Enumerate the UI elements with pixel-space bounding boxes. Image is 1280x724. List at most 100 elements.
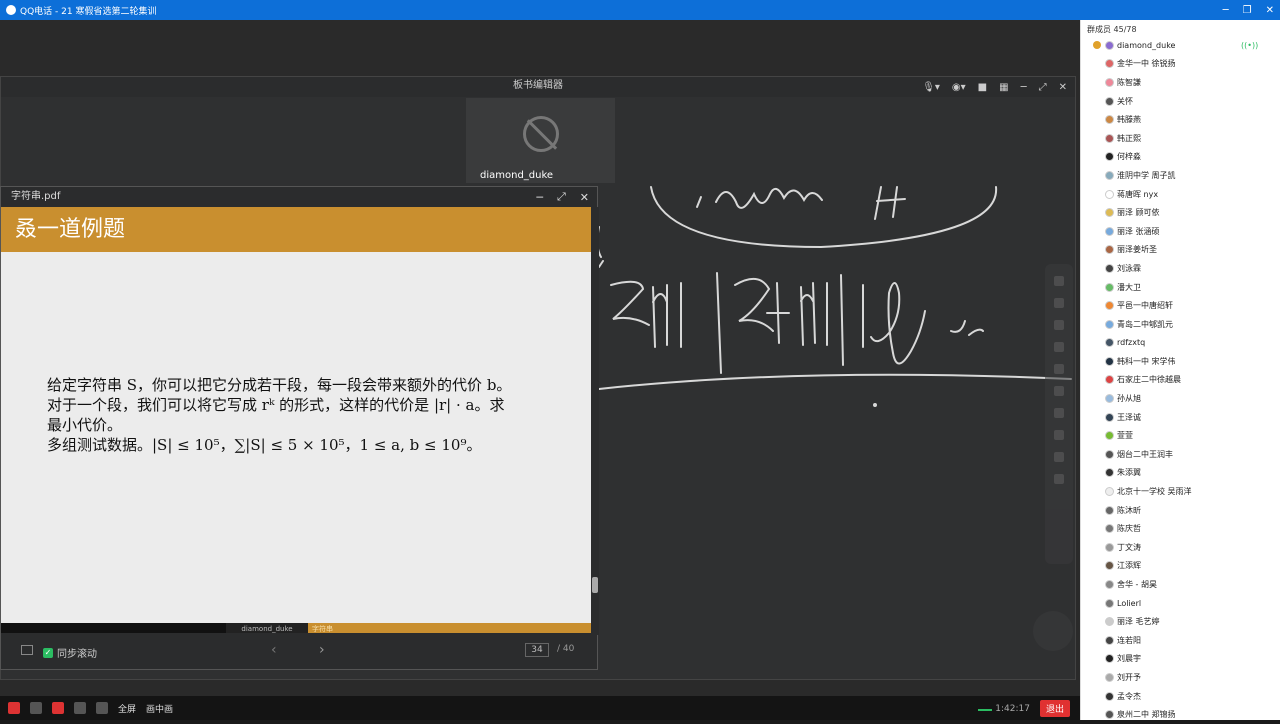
next-page-icon[interactable]: › [319, 642, 325, 658]
ink-stroke [650, 186, 998, 249]
member-item[interactable]: 王泽诚 [1081, 408, 1280, 427]
member-name: 陈智謙 [1117, 77, 1141, 87]
mic-muted-icon[interactable] [8, 702, 20, 714]
member-item[interactable]: 孟令杰 [1081, 687, 1280, 706]
member-item[interactable]: 江添辉 [1081, 557, 1280, 576]
pdf-scroll-thumb[interactable] [592, 577, 598, 593]
member-item[interactable]: 韩科一中 宋学伟 [1081, 352, 1280, 371]
member-item[interactable]: 蒋唐晖 nyx [1081, 185, 1280, 204]
member-item[interactable]: 刘开予 [1081, 668, 1280, 687]
member-item[interactable]: 何梓淼 [1081, 148, 1280, 167]
tool-undo-icon[interactable] [1054, 408, 1064, 418]
member-item[interactable]: 泉州二中 郑锦扬 [1081, 705, 1280, 724]
pdf-expand-icon[interactable]: ⤢ [557, 190, 566, 204]
ink-stroke [598, 373, 1072, 390]
ink-stroke [715, 186, 906, 220]
member-item[interactable]: 潘大卫 [1081, 278, 1280, 297]
host-icon [1093, 41, 1101, 50]
member-item[interactable]: 刘泳霖 [1081, 259, 1280, 278]
ink-dot [873, 403, 877, 407]
avatar [1105, 170, 1114, 180]
tool-clear-icon[interactable] [1054, 430, 1064, 440]
avatar [1105, 672, 1114, 682]
window-controls: ─ ❐ ✕ [1223, 0, 1274, 20]
member-item[interactable]: 陈智謙 [1081, 73, 1280, 92]
floating-action-button[interactable] [1033, 611, 1073, 651]
tool-settings-icon[interactable] [1054, 474, 1064, 484]
member-item[interactable]: 丽泽 毛艺婷 [1081, 612, 1280, 631]
member-name: 丁文涛 [1117, 542, 1141, 552]
exit-button[interactable]: 退出 [1039, 699, 1070, 717]
tool-move-icon[interactable] [1054, 298, 1064, 308]
tool-shape-icon[interactable] [1054, 364, 1064, 374]
ink-stroke [696, 196, 702, 208]
member-item[interactable]: 丽泽姜圻圣 [1081, 241, 1280, 260]
member-name: 孟令杰 [1117, 691, 1141, 701]
member-item[interactable]: 丽泽 张涵硕 [1081, 222, 1280, 241]
meeting-area: 板书编辑器 🎙︎▾ ◉▾ ■ ▦ ─ ⤢ ✕ diamond_duke 字符串.… [0, 20, 1080, 696]
member-item[interactable]: 连若阳 [1081, 631, 1280, 650]
pip-button[interactable]: 画中画 [146, 702, 173, 715]
checkbox-checked-icon[interactable]: ✓ [43, 647, 53, 658]
fullscreen-button[interactable]: 全屏 [118, 702, 136, 715]
member-name: 丽泽姜圻圣 [1117, 245, 1157, 255]
tool-pen-icon[interactable] [1054, 320, 1064, 330]
whiteboard-toolbar [1045, 264, 1073, 564]
member-item[interactable]: 烟台二中王润丰 [1081, 445, 1280, 464]
member-item[interactable]: 关怀 [1081, 92, 1280, 111]
page-number-input[interactable]: 34 [525, 643, 549, 657]
qq-logo-icon [6, 5, 16, 15]
member-name: 韩科一中 宋学伟 [1117, 356, 1176, 366]
volume-icon[interactable] [30, 702, 42, 714]
member-item[interactable]: 萱萱 [1081, 426, 1280, 445]
minimize-icon[interactable]: ─ [1223, 5, 1229, 16]
member-item[interactable]: 北京十一学校 吴雨洋 [1081, 482, 1280, 501]
pdf-scrollbar[interactable] [591, 207, 599, 635]
sync-scroll-toggle[interactable]: ✓ 同步滚动 [43, 645, 97, 660]
camera-off-button-icon[interactable] [52, 702, 64, 714]
member-item[interactable]: 韩正熙 [1081, 129, 1280, 148]
member-item[interactable]: 朱添翼 [1081, 464, 1280, 483]
member-item[interactable]: 平邑一中唐绍轩 [1081, 296, 1280, 315]
tool-select-icon[interactable] [1054, 276, 1064, 286]
member-name: Lolierl [1117, 598, 1142, 608]
member-name: 平邑一中唐绍轩 [1117, 301, 1173, 311]
member-item[interactable]: Lolierl [1081, 594, 1280, 613]
member-item[interactable]: 青岛二中郇凯元 [1081, 315, 1280, 334]
member-item[interactable]: 孙从旭 [1081, 389, 1280, 408]
pdf-minimize-icon[interactable]: ─ [536, 191, 543, 204]
tool-text-icon[interactable] [1054, 342, 1064, 352]
share-screen-icon[interactable] [74, 702, 86, 714]
pdf-close-icon[interactable]: ✕ [580, 191, 589, 204]
member-item[interactable]: 金华一中 徐锐扬 [1081, 55, 1280, 74]
member-name: 丽泽 顾可依 [1117, 208, 1160, 218]
restore-icon[interactable]: ❐ [1243, 5, 1252, 16]
member-item[interactable]: 舍华 - 胡昊 [1081, 575, 1280, 594]
ink-stroke [610, 280, 682, 348]
prev-page-icon[interactable]: ‹ [271, 642, 277, 658]
member-item[interactable]: 韩滕燕 [1081, 110, 1280, 129]
avatar [1105, 542, 1114, 552]
tool-upload-icon[interactable] [1054, 452, 1064, 462]
slide-page: 叒一道例题 给定字符串 S，你可以把它分成若干段，每一段会带来额外的代价 b。 … [1, 207, 591, 635]
member-name: rdfzxtq [1117, 338, 1146, 348]
whiteboard-icon[interactable] [96, 702, 108, 714]
avatar [1105, 133, 1114, 143]
member-name: 陈沐昕 [1117, 505, 1141, 515]
thumbnail-toggle-icon[interactable] [21, 645, 33, 655]
tool-eraser-icon[interactable] [1054, 386, 1064, 396]
member-item[interactable]: 刘晨宇 [1081, 650, 1280, 669]
member-item[interactable]: 丁文涛 [1081, 538, 1280, 557]
avatar [1105, 208, 1114, 218]
member-item[interactable]: 陈沐昕 [1081, 501, 1280, 520]
member-item[interactable]: diamond_duke ((•)) [1081, 36, 1280, 55]
member-item[interactable]: 丽泽 顾可依 [1081, 203, 1280, 222]
avatar [1105, 580, 1114, 590]
member-item[interactable]: 陈庆哲 [1081, 519, 1280, 538]
member-item[interactable]: 石家庄二中徐越晨 [1081, 371, 1280, 390]
member-list-panel: 群成员 45/78 diamond_duke ((•)) 金华一中 徐锐扬 陈智謙 关怀… [1080, 20, 1280, 720]
member-name: 淮阴中学 周子凯 [1117, 170, 1176, 180]
member-item[interactable]: rdfzxtq [1081, 334, 1280, 353]
member-item[interactable]: 淮阴中学 周子凯 [1081, 166, 1280, 185]
close-icon[interactable]: ✕ [1266, 5, 1274, 16]
